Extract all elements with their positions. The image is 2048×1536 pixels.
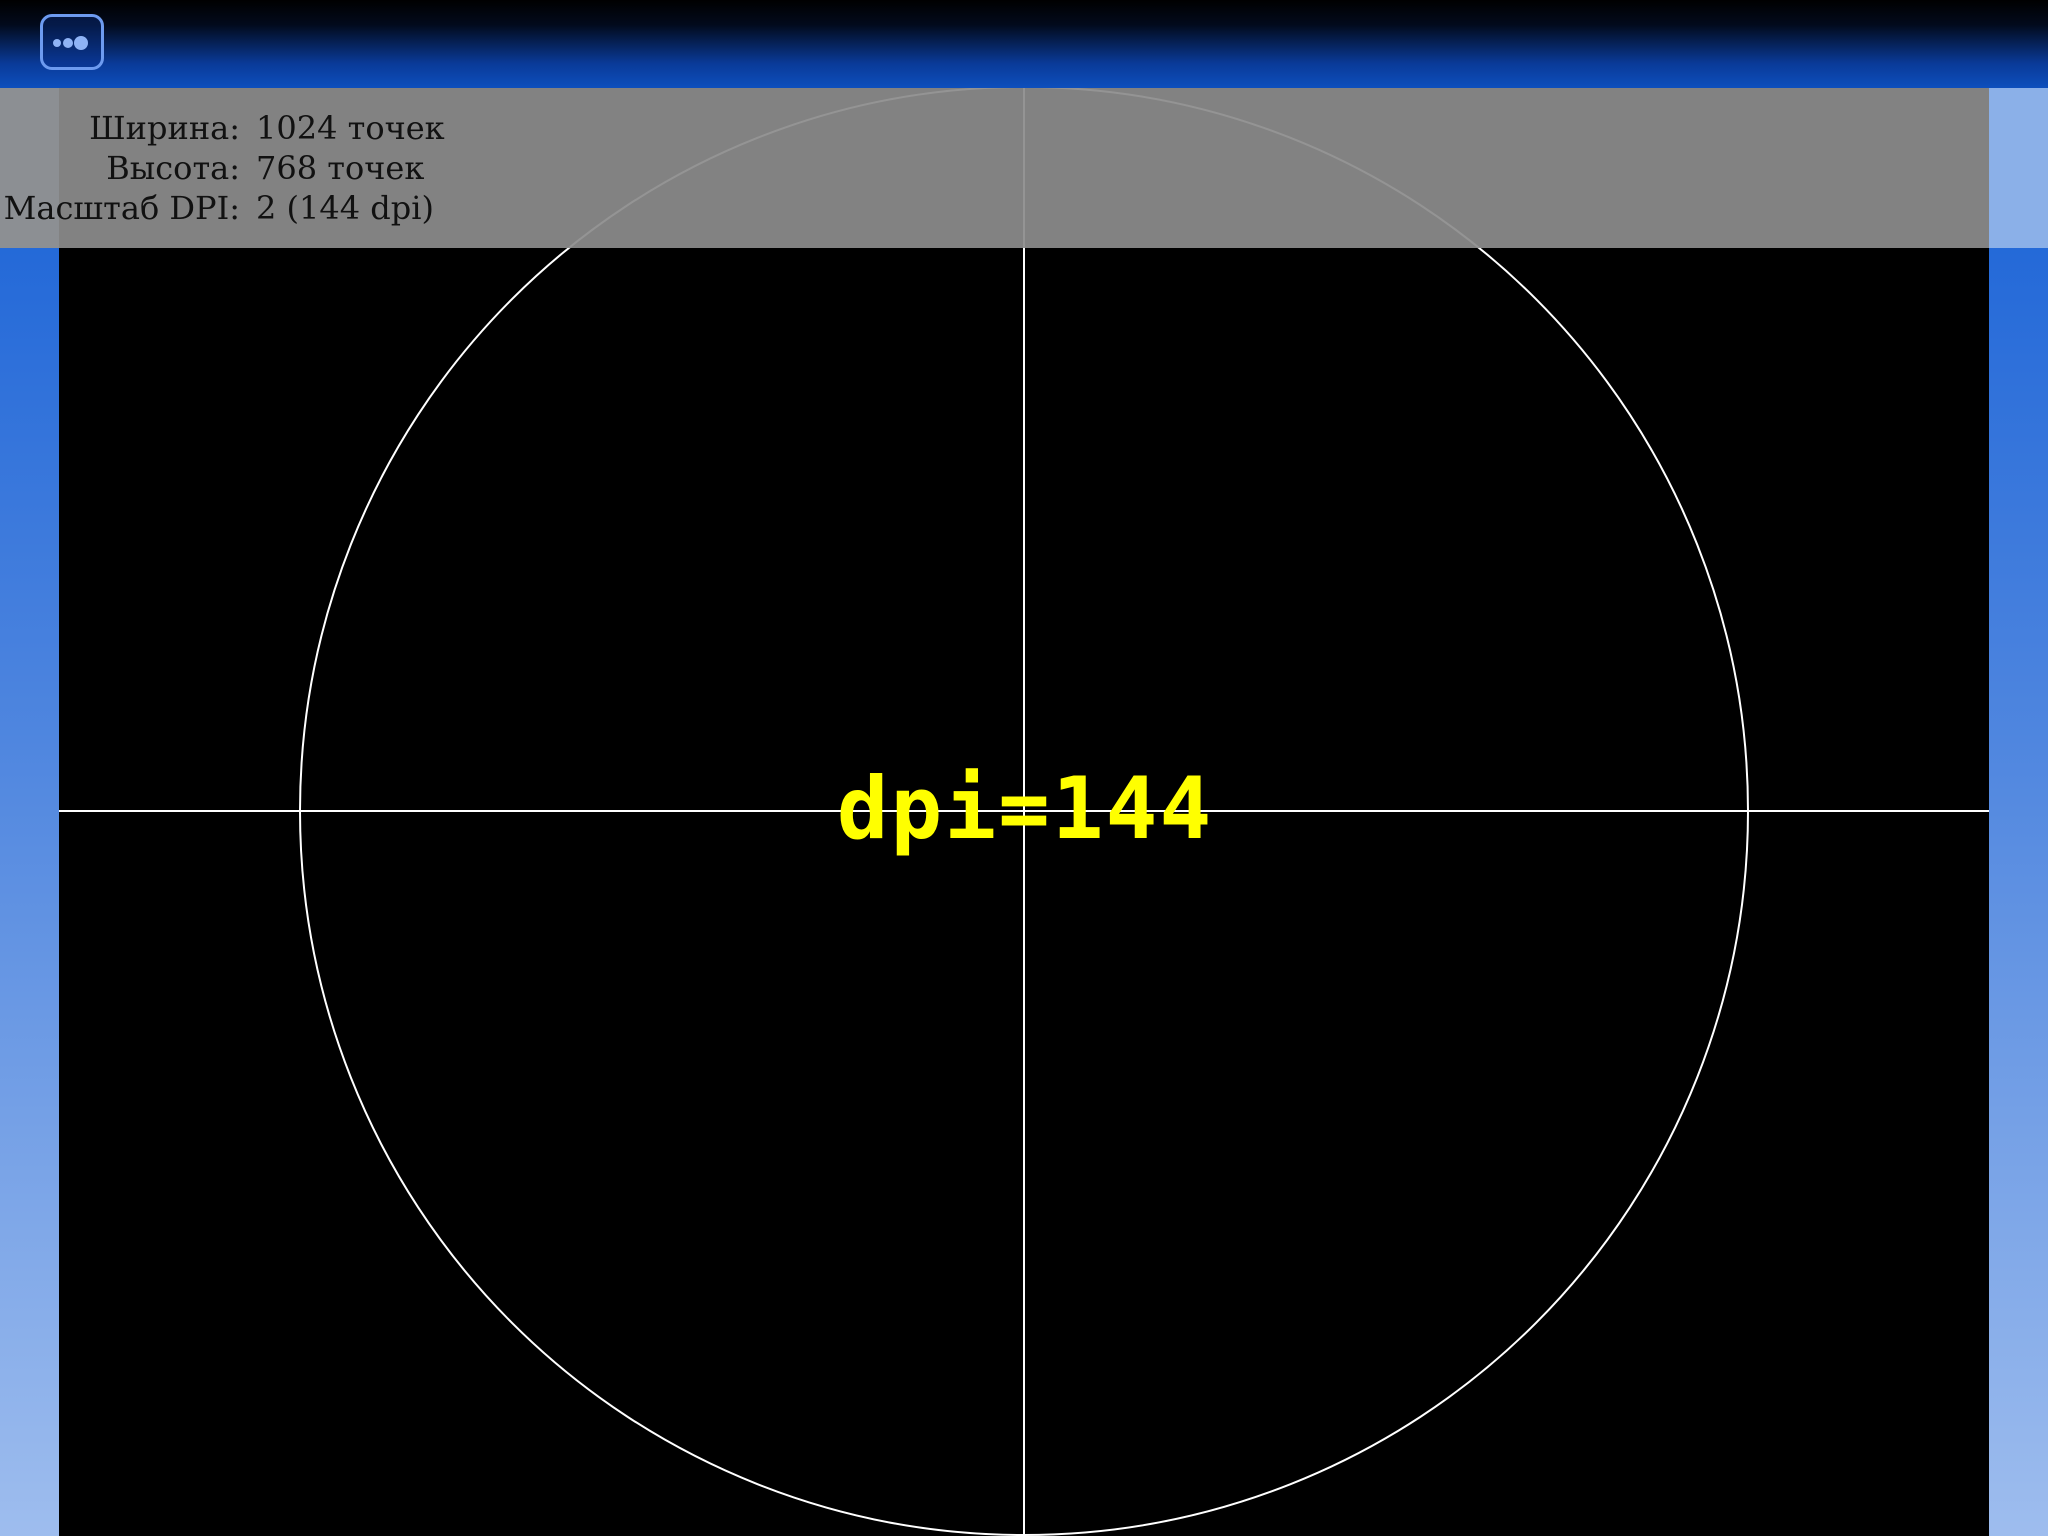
info-panel: Ширина: 1024 точек Высота: 768 точек Мас… [0,88,1989,248]
menu-button[interactable] [40,14,104,70]
top-bar [0,0,2048,88]
dpi-label: dpi=144 [836,759,1214,859]
screen: Ширина: 1024 точек Высота: 768 точек Мас… [0,0,2048,1536]
info-row-height: Высота: 768 точек [0,148,700,188]
right-border [1989,88,2048,1536]
height-label: Высота: [106,149,240,187]
info-row-width: Ширина: 1024 точек [0,108,700,148]
width-label: Ширина: [89,109,240,147]
dpi-scale-value: 2 (144 dpi) [256,189,434,227]
height-value: 768 точек [256,149,425,187]
right-border-highlight [1989,88,2048,248]
left-border [0,88,59,1536]
info-row-dpi: Масштаб DPI: 2 (144 dpi) [0,188,700,228]
dpi-scale-label: Масштаб DPI: [3,189,240,227]
ellipsis-icon [53,36,88,50]
width-value: 1024 точек [256,109,445,147]
